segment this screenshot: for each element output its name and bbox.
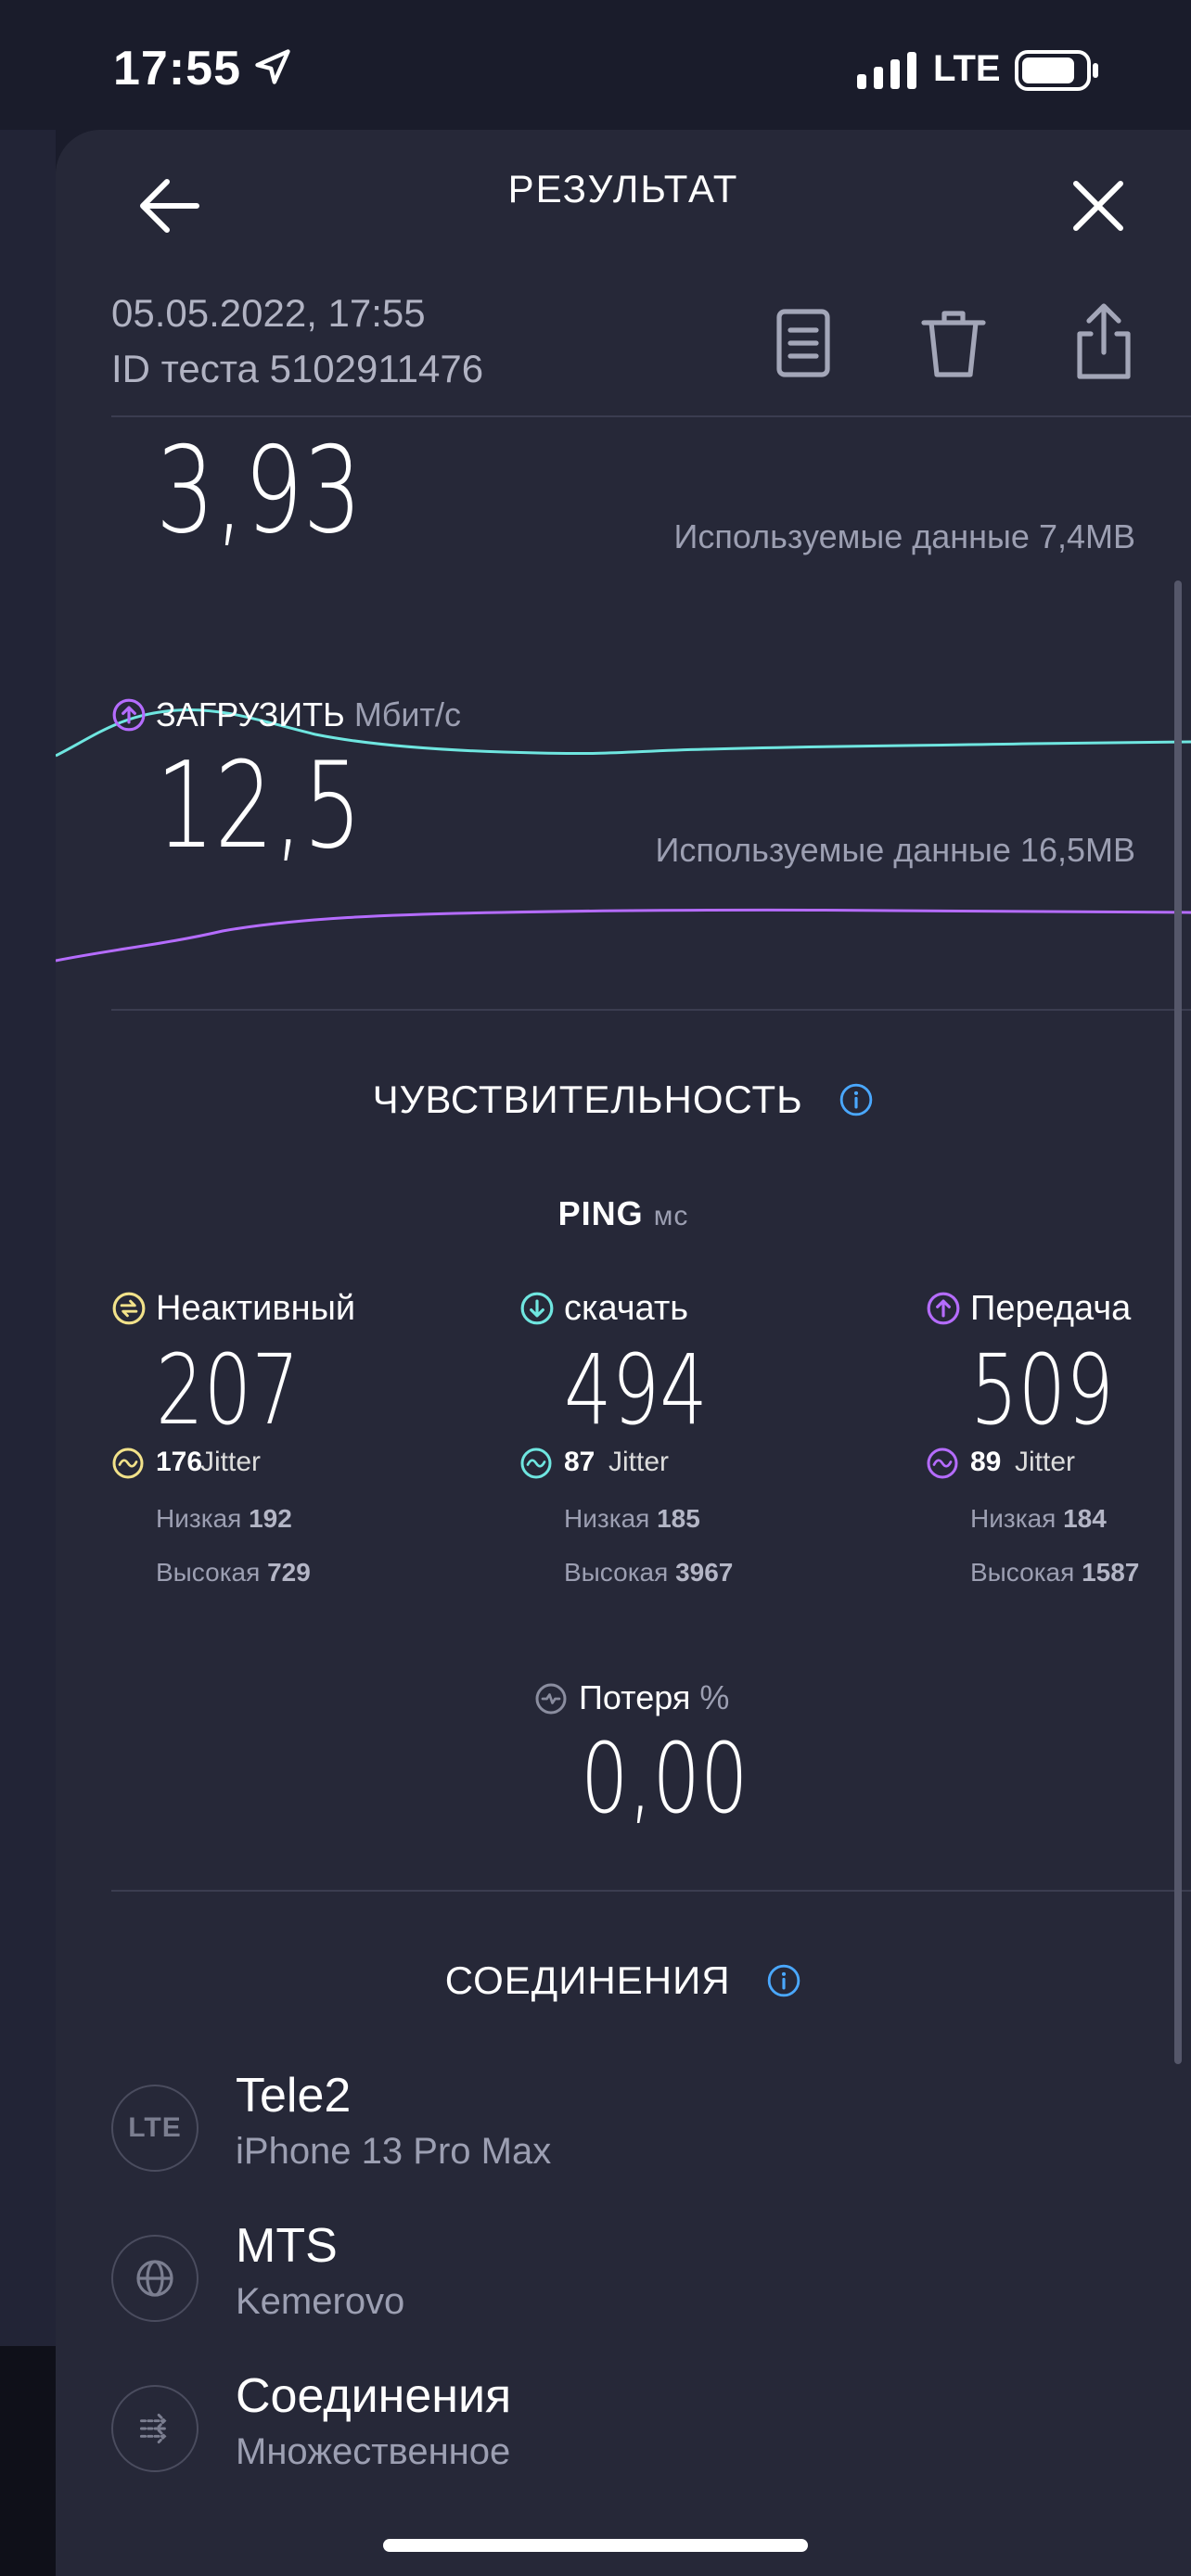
packet-loss-value: 0,00 <box>581 1722 749 1835</box>
download-arrow-icon <box>520 1292 554 1325</box>
info-icon[interactable] <box>839 1082 874 1117</box>
connection-subtitle: Kemerovo <box>236 2281 405 2322</box>
ping-download-low: Низкая 185 <box>564 1504 700 1533</box>
scrollbar[interactable] <box>1174 580 1182 2064</box>
divider <box>111 1890 1191 1892</box>
trash-icon[interactable] <box>907 297 1000 389</box>
connection-title: MTS <box>236 2219 338 2273</box>
page-title: РЕЗУЛЬТАТ <box>507 167 739 210</box>
background-strip <box>0 130 56 2346</box>
divider <box>111 415 1191 417</box>
jitter-icon <box>112 1447 144 1479</box>
multi-connection-icon <box>111 2385 198 2472</box>
jitter-label: Jitter <box>200 1447 262 1477</box>
ping-label: PING мс <box>56 1194 1191 1233</box>
info-icon[interactable] <box>766 1963 801 1998</box>
connections-title-text: СОЕДИНЕНИЯ <box>444 1958 731 2002</box>
jitter-icon <box>927 1447 958 1479</box>
divider <box>111 1009 1191 1011</box>
lte-icon: LTE <box>111 2085 198 2172</box>
connection-title: Соединения <box>236 2369 512 2423</box>
result-sheet: РЕЗУЛЬТАТ 05.05.2022, 17:55 ID теста 510… <box>56 130 1191 2576</box>
jitter-value: 87 <box>564 1447 596 1477</box>
ping-unit: мс <box>653 1201 689 1231</box>
status-bar: 17:55 LTE <box>0 0 1191 130</box>
ping-upload-label: Передача <box>970 1289 1132 1328</box>
share-icon[interactable] <box>1057 297 1150 389</box>
responsiveness-title: ЧУВСТВИТЕЛЬНОСТЬ <box>56 1078 1191 1122</box>
jitter-label: Jitter <box>1015 1447 1076 1477</box>
ping-upload-high: Высокая 1587 <box>970 1558 1140 1587</box>
ping-download-high: Высокая 3967 <box>564 1558 734 1587</box>
jitter-value: 89 <box>970 1447 1002 1477</box>
ping-idle-high: Высокая 729 <box>156 1558 311 1587</box>
ping-idle-label: Неактивный <box>156 1289 356 1328</box>
upload-unit: Мбит/с <box>353 695 462 733</box>
connection-title: Tele2 <box>236 2069 352 2123</box>
packet-loss-icon <box>535 1683 567 1715</box>
location-arrow-icon <box>255 49 290 84</box>
test-id: ID теста 5102911476 <box>111 347 484 390</box>
jitter-label: Jitter <box>608 1447 670 1477</box>
ping-download-value: 494 <box>564 1333 708 1447</box>
connections-title: СОЕДИНЕНИЯ <box>56 1958 1191 2003</box>
test-date: 05.05.2022, 17:55 <box>111 291 426 335</box>
ping-upload-value: 509 <box>970 1333 1114 1447</box>
home-indicator[interactable] <box>383 2539 808 2552</box>
document-icon[interactable] <box>757 297 850 389</box>
jitter-value: 176 <box>156 1447 203 1477</box>
background-bottom <box>0 2346 56 2576</box>
idle-icon <box>112 1292 146 1325</box>
connection-subtitle: Множественное <box>236 2431 511 2472</box>
packet-loss-label-text: Потеря <box>579 1678 691 1716</box>
network-type: LTE <box>933 48 1001 89</box>
ping-idle-value: 207 <box>156 1333 300 1447</box>
ping-idle-low: Низкая 192 <box>156 1504 292 1533</box>
packet-loss-label: Потеря % <box>579 1678 729 1717</box>
upload-label: ЗАГРУЗИТЬ Мбит/с <box>156 695 461 734</box>
globe-icon <box>111 2235 198 2322</box>
signal-bars-icon <box>857 52 916 89</box>
jitter-icon <box>520 1447 552 1479</box>
close-icon[interactable] <box>1054 161 1143 250</box>
battery-icon <box>1015 50 1098 91</box>
upload-label-text: ЗАГРУЗИТЬ <box>156 695 345 733</box>
upload-arrow-icon <box>112 698 146 732</box>
connection-subtitle: iPhone 13 Pro Max <box>236 2131 552 2172</box>
status-time: 17:55 <box>113 42 241 96</box>
upload-arrow-icon <box>927 1292 960 1325</box>
upload-speed-value: 12,5 <box>156 737 363 875</box>
connection-item-server[interactable]: MTS Kemerovo <box>111 2218 1132 2348</box>
connection-item-carrier[interactable]: LTE Tele2 iPhone 13 Pro Max <box>111 2068 1132 2198</box>
download-speed-value: 3,93 <box>156 422 363 560</box>
upload-speed-graph <box>56 908 1191 963</box>
responsiveness-title-text: ЧУВСТВИТЕЛЬНОСТЬ <box>372 1078 803 1121</box>
ping-upload-low: Низкая 184 <box>970 1504 1107 1533</box>
ping-download-label: скачать <box>564 1289 689 1328</box>
connection-item-mode[interactable]: Соединения Множественное <box>111 2368 1132 2498</box>
packet-loss-unit: % <box>699 1678 730 1716</box>
download-used-data: Используемые данные 7,4MB <box>673 517 1135 555</box>
ping-label-text: PING <box>557 1194 644 1232</box>
